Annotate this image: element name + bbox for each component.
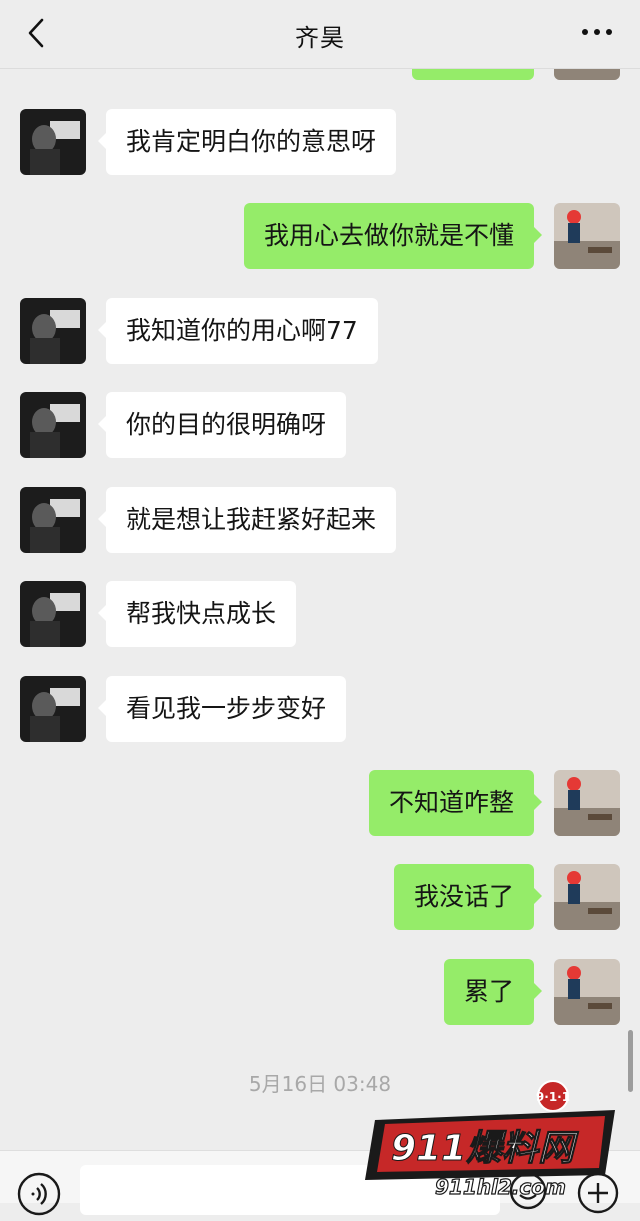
message-bubble[interactable]: 我用心去做你就是不懂 — [243, 203, 543, 269]
voice-icon[interactable] — [16, 1171, 62, 1217]
top-navigation-bar: 齐昊 — [0, 0, 640, 69]
message-row: 我知道你的用心啊77 — [0, 298, 640, 364]
contact-avatar[interactable] — [20, 581, 86, 647]
my-avatar[interactable] — [554, 959, 620, 1025]
watermark-logo: 9·1·1 911爆料网 911hl2.com — [355, 1080, 635, 1202]
watermark-brand: 911爆料网 — [391, 1128, 579, 1169]
message-bubble[interactable]: 就是想让我赶紧好起来 — [97, 487, 397, 553]
contact-avatar[interactable] — [20, 298, 86, 364]
my-avatar[interactable] — [554, 203, 620, 269]
contact-avatar[interactable] — [20, 487, 86, 553]
contact-avatar[interactable] — [20, 109, 86, 175]
my-avatar[interactable] — [554, 770, 620, 836]
message-bubble[interactable]: 我肯定明白你的意思呀 — [97, 109, 397, 175]
message-bubble[interactable]: 帮我快点成长 — [97, 581, 297, 647]
message-row: 累了 — [0, 959, 640, 1025]
message-row: 不知道咋整 — [0, 770, 640, 836]
message-bubble[interactable]: 我知道你的用心啊77 — [98, 298, 378, 364]
watermark-url: 911hl2.com — [435, 1175, 566, 1199]
chat-title: 齐昊 — [295, 24, 345, 52]
message-bubble[interactable]: 累了 — [443, 959, 543, 1025]
message-row: 我用心去做你就是不懂 — [0, 203, 640, 269]
message-row: 就是想让我赶紧好起来 — [0, 487, 640, 553]
watermark-badge: 9·1·1 — [536, 1090, 570, 1104]
message-row: 看见我一步步变好 — [0, 676, 640, 742]
message-bubble[interactable]: 我没话了 — [393, 864, 543, 930]
message-row: 我没话了 — [0, 864, 640, 930]
message-row: 你的目的很明确呀 — [0, 392, 640, 458]
my-avatar[interactable] — [554, 864, 620, 930]
more-dots-icon[interactable] — [580, 22, 614, 42]
contact-avatar[interactable] — [20, 392, 86, 458]
message-row: 帮我快点成长 — [0, 581, 640, 647]
message-row: 我肯定明白你的意思呀 — [0, 109, 640, 175]
contact-avatar[interactable] — [20, 676, 86, 742]
chat-area: 我肯定明白你的意思呀 我用心去做你就是不懂 我知道你的用心啊77 你的目的很明确… — [0, 0, 640, 1160]
message-bubble[interactable]: 看见我一步步变好 — [97, 676, 347, 742]
message-bubble[interactable]: 你的目的很明确呀 — [97, 392, 347, 458]
message-bubble[interactable]: 不知道咋整 — [368, 770, 543, 836]
